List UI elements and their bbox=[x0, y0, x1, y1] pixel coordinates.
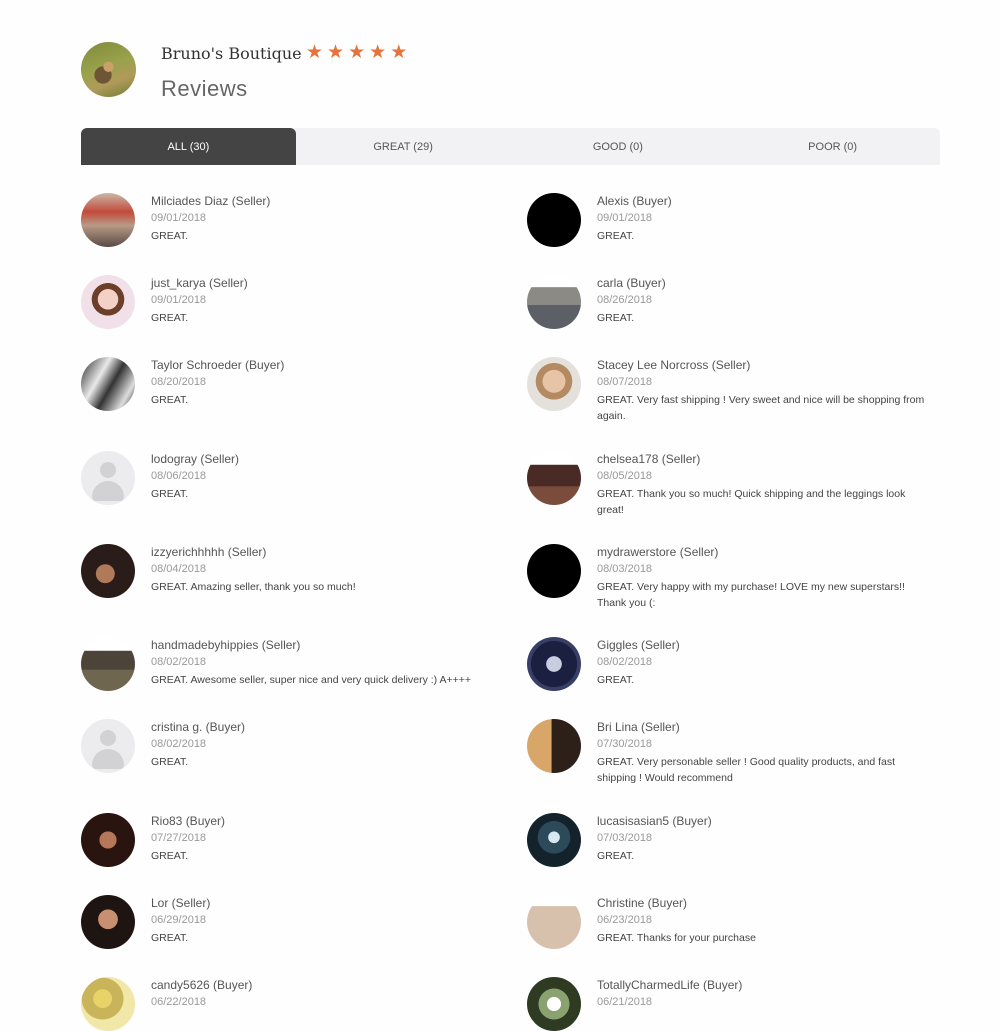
review-date: 08/20/2018 bbox=[151, 376, 207, 388]
reviewer-name[interactable]: Milciades Diaz (Seller) bbox=[151, 193, 481, 209]
tab-great[interactable]: GREAT (29) bbox=[296, 128, 511, 165]
star-icon: ★ bbox=[369, 42, 387, 63]
review-date: 06/21/2018 bbox=[597, 996, 653, 1008]
review-date: 07/03/2018 bbox=[597, 832, 653, 844]
tab-poor[interactable]: POOR (0) bbox=[725, 128, 940, 165]
reviewer-name[interactable]: Bri Lina (Seller) bbox=[597, 719, 927, 735]
review-date: 08/02/2018 bbox=[151, 656, 207, 668]
review-date: 08/26/2018 bbox=[597, 294, 653, 306]
reviewer-avatar[interactable] bbox=[527, 451, 581, 505]
reviewer-avatar[interactable] bbox=[81, 895, 135, 949]
review-text: GREAT. bbox=[151, 312, 189, 324]
reviewer-avatar[interactable] bbox=[527, 357, 581, 411]
reviewer-avatar[interactable] bbox=[81, 637, 135, 691]
review-text: GREAT. Very personable seller ! Good qua… bbox=[597, 756, 896, 784]
page-title: Reviews bbox=[161, 76, 248, 101]
star-icon: ★ bbox=[390, 42, 408, 63]
review-text: GREAT. Amazing seller, thank you so much… bbox=[151, 581, 356, 593]
review-text: GREAT. bbox=[597, 312, 635, 324]
reviewer-name[interactable]: Giggles (Seller) bbox=[597, 637, 927, 653]
reviewer-avatar[interactable] bbox=[527, 719, 581, 773]
tab-all[interactable]: ALL (30) bbox=[81, 128, 296, 165]
reviewer-name[interactable]: just_karya (Seller) bbox=[151, 275, 481, 291]
star-icon: ★ bbox=[348, 42, 366, 63]
reviewer-name[interactable]: Rio83 (Buyer) bbox=[151, 813, 481, 829]
review-date: 08/06/2018 bbox=[151, 470, 207, 482]
reviewer-name[interactable]: cristina g. (Buyer) bbox=[151, 719, 481, 735]
reviewer-name[interactable]: chelsea178 (Seller) bbox=[597, 451, 927, 467]
review-date: 07/30/2018 bbox=[597, 738, 653, 750]
reviewer-name[interactable]: TotallyCharmedLife (Buyer) bbox=[597, 977, 927, 993]
reviewer-name[interactable]: Christine (Buyer) bbox=[597, 895, 927, 911]
reviewer-avatar[interactable] bbox=[81, 357, 135, 411]
tab-good[interactable]: GOOD (0) bbox=[511, 128, 726, 165]
review-date: 08/02/2018 bbox=[597, 656, 653, 668]
review-text: GREAT. Thanks for your purchase bbox=[597, 932, 756, 944]
review-text: GREAT. bbox=[151, 932, 189, 944]
review-date: 08/02/2018 bbox=[151, 738, 207, 750]
reviewer-avatar[interactable] bbox=[81, 275, 135, 329]
reviewer-name[interactable]: candy5626 (Buyer) bbox=[151, 977, 481, 993]
review-text: GREAT. Very fast shipping ! Very sweet a… bbox=[597, 394, 925, 422]
review-text: GREAT. bbox=[151, 230, 189, 242]
reviewer-name[interactable]: lucasisasian5 (Buyer) bbox=[597, 813, 927, 829]
review-text: GREAT. bbox=[597, 674, 635, 686]
reviewer-avatar[interactable] bbox=[527, 895, 581, 949]
review-date: 06/29/2018 bbox=[151, 914, 207, 926]
review-date: 09/01/2018 bbox=[151, 294, 207, 306]
review-text: GREAT. Very happy with my purchase! LOVE… bbox=[597, 581, 905, 609]
review-date: 06/23/2018 bbox=[597, 914, 653, 926]
reviewer-name[interactable]: Taylor Schroeder (Buyer) bbox=[151, 357, 481, 373]
reviewer-avatar[interactable] bbox=[527, 544, 581, 598]
review-date: 07/27/2018 bbox=[151, 832, 207, 844]
reviewer-name[interactable]: handmadebyhippies (Seller) bbox=[151, 637, 481, 653]
shop-avatar[interactable] bbox=[81, 42, 136, 97]
review-text: GREAT. bbox=[151, 850, 189, 862]
review-date: 06/22/2018 bbox=[151, 996, 207, 1008]
review-text: GREAT. bbox=[597, 230, 635, 242]
star-icon: ★ bbox=[327, 42, 345, 63]
reviewer-name[interactable]: Lor (Seller) bbox=[151, 895, 481, 911]
reviewer-avatar[interactable] bbox=[527, 977, 581, 1031]
reviewer-avatar[interactable] bbox=[527, 813, 581, 867]
shop-name[interactable]: Bruno's Boutique bbox=[161, 44, 302, 63]
reviewer-avatar[interactable] bbox=[527, 275, 581, 329]
reviewer-avatar[interactable] bbox=[81, 193, 135, 247]
reviewer-avatar[interactable] bbox=[81, 451, 135, 505]
review-text: GREAT. Thank you so much! Quick shipping… bbox=[597, 488, 906, 516]
star-icon: ★ bbox=[306, 42, 324, 63]
reviewer-name[interactable]: mydrawerstore (Seller) bbox=[597, 544, 927, 560]
review-text: GREAT. bbox=[151, 394, 189, 406]
reviewer-avatar[interactable] bbox=[81, 544, 135, 598]
review-date: 09/01/2018 bbox=[597, 212, 653, 224]
shop-header: Bruno's Boutique ★ ★ ★ ★ ★ Reviews bbox=[81, 42, 681, 102]
reviewer-name[interactable]: carla (Buyer) bbox=[597, 275, 927, 291]
reviewer-avatar[interactable] bbox=[527, 193, 581, 247]
shop-rating-stars: ★ ★ ★ ★ ★ bbox=[306, 42, 407, 64]
reviewer-name[interactable]: Stacey Lee Norcross (Seller) bbox=[597, 357, 927, 373]
review-date: 09/01/2018 bbox=[151, 212, 207, 224]
review-text: GREAT. bbox=[151, 756, 189, 768]
review-text: GREAT. Awesome seller, super nice and ve… bbox=[151, 674, 472, 686]
review-date: 08/04/2018 bbox=[151, 563, 207, 575]
review-date: 08/03/2018 bbox=[597, 563, 653, 575]
reviewer-avatar[interactable] bbox=[81, 719, 135, 773]
review-text: GREAT. bbox=[597, 850, 635, 862]
reviewer-name[interactable]: Alexis (Buyer) bbox=[597, 193, 927, 209]
reviewer-name[interactable]: lodogray (Seller) bbox=[151, 451, 481, 467]
review-date: 08/05/2018 bbox=[597, 470, 653, 482]
review-text: GREAT. bbox=[151, 488, 189, 500]
review-date: 08/07/2018 bbox=[597, 376, 653, 388]
review-filter-tabs: ALL (30) GREAT (29) GOOD (0) POOR (0) bbox=[81, 128, 940, 165]
reviewer-avatar[interactable] bbox=[527, 637, 581, 691]
reviewer-name[interactable]: izzyerichhhhh (Seller) bbox=[151, 544, 481, 560]
reviewer-avatar[interactable] bbox=[81, 813, 135, 867]
reviewer-avatar[interactable] bbox=[81, 977, 135, 1031]
